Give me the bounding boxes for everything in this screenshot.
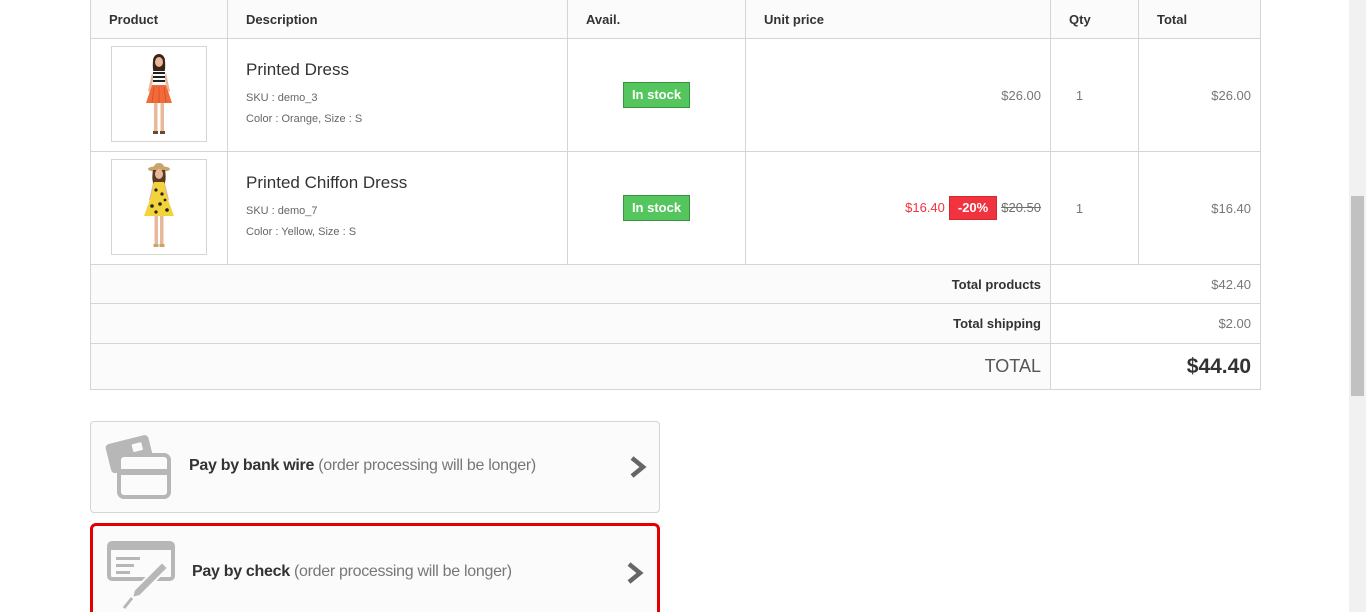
table-header-row: Product Description Avail. Unit price Qt…	[90, 0, 1261, 39]
scrollbar-thumb[interactable]	[1351, 196, 1364, 396]
quantity-value: 1	[1075, 200, 1084, 216]
chevron-right-icon	[627, 562, 644, 584]
price-reduction-badge: -20%	[948, 196, 998, 220]
table-row: Printed Chiffon Dress SKU : demo_7 Color…	[90, 151, 1261, 265]
total-shipping-label: Total shipping	[90, 303, 1051, 344]
availability-cell: In stock	[567, 38, 746, 152]
header-total: Total	[1138, 0, 1261, 39]
cart-summary-table: Product Description Avail. Unit price Qt…	[90, 0, 1261, 390]
product-description-cell: Printed Chiffon Dress SKU : demo_7 Color…	[227, 151, 568, 265]
bank-wire-note: (order processing will be longer)	[318, 457, 536, 474]
product-image-cell	[90, 38, 228, 152]
bank-wire-label: Pay by bank wire (order processing will …	[189, 457, 536, 475]
quantity-value: 1	[1075, 87, 1084, 103]
qty-cell: 1	[1050, 151, 1139, 265]
product-image-link[interactable]	[111, 158, 207, 255]
product-sku: SKU : demo_3	[246, 92, 318, 104]
product-attributes: Color : Orange, Size : S	[246, 113, 363, 125]
total-shipping-row: Total shipping $2.00	[90, 303, 1261, 344]
total-products-label: Total products	[90, 264, 1051, 304]
check-note: (order processing will be longer)	[293, 563, 512, 580]
total-products-row: Total products $42.40	[90, 264, 1261, 304]
header-description: Description	[227, 0, 568, 39]
line-total-cell: $26.00	[1138, 38, 1261, 152]
availability-cell: In stock	[567, 151, 746, 265]
unit-price-cell: $26.00	[745, 38, 1051, 152]
vertical-scrollbar[interactable]	[1349, 0, 1366, 612]
line-total-cell: $16.40	[1138, 151, 1261, 265]
line-total: $26.00	[1211, 87, 1251, 103]
product-description-cell: Printed Dress SKU : demo_3 Color : Orang…	[227, 38, 568, 152]
grand-total-value: $44.40	[1050, 343, 1261, 390]
product-name-link[interactable]: Printed Dress	[246, 60, 567, 80]
line-total: $16.40	[1211, 200, 1251, 216]
old-price: $20.50	[1001, 200, 1041, 215]
cheque-pen-icon	[107, 541, 175, 609]
grand-total-row: TOTAL $44.40	[90, 343, 1261, 390]
header-availability: Avail.	[567, 0, 746, 39]
qty-cell: 1	[1050, 38, 1139, 152]
unit-price-cell: $16.40 -20% $20.50	[745, 151, 1051, 265]
grand-total-label: TOTAL	[90, 343, 1051, 390]
product-name-link[interactable]: Printed Chiffon Dress	[246, 173, 567, 193]
product-attributes: Color : Yellow, Size : S	[246, 226, 357, 238]
check-title: Pay by check	[192, 563, 290, 580]
unit-price: $26.00	[1001, 87, 1041, 103]
chevron-right-icon	[630, 456, 647, 478]
printed-dress-image	[146, 53, 172, 134]
special-price: $16.40	[905, 200, 945, 215]
order-page: Product Description Avail. Unit price Qt…	[0, 0, 1349, 612]
header-qty: Qty	[1050, 0, 1139, 39]
bank-wire-title: Pay by bank wire	[189, 457, 315, 474]
pay-by-check-button[interactable]: Pay by check (order processing will be l…	[90, 523, 660, 612]
product-image-link[interactable]	[111, 45, 207, 142]
printed-chiffon-dress-image	[144, 162, 174, 247]
product-sku: SKU : demo_7	[246, 205, 318, 217]
header-product: Product	[90, 0, 228, 39]
pay-by-bank-wire-button[interactable]: Pay by bank wire (order processing will …	[90, 421, 660, 513]
in-stock-badge: In stock	[622, 195, 691, 221]
credit-card-icon	[105, 435, 171, 499]
total-products-value: $42.40	[1050, 264, 1261, 304]
table-row: Printed Dress SKU : demo_3 Color : Orang…	[90, 38, 1261, 152]
check-label: Pay by check (order processing will be l…	[192, 563, 512, 581]
in-stock-badge: In stock	[622, 82, 691, 108]
header-unit-price: Unit price	[745, 0, 1051, 39]
total-shipping-value: $2.00	[1050, 303, 1261, 344]
product-image-cell	[90, 151, 228, 265]
